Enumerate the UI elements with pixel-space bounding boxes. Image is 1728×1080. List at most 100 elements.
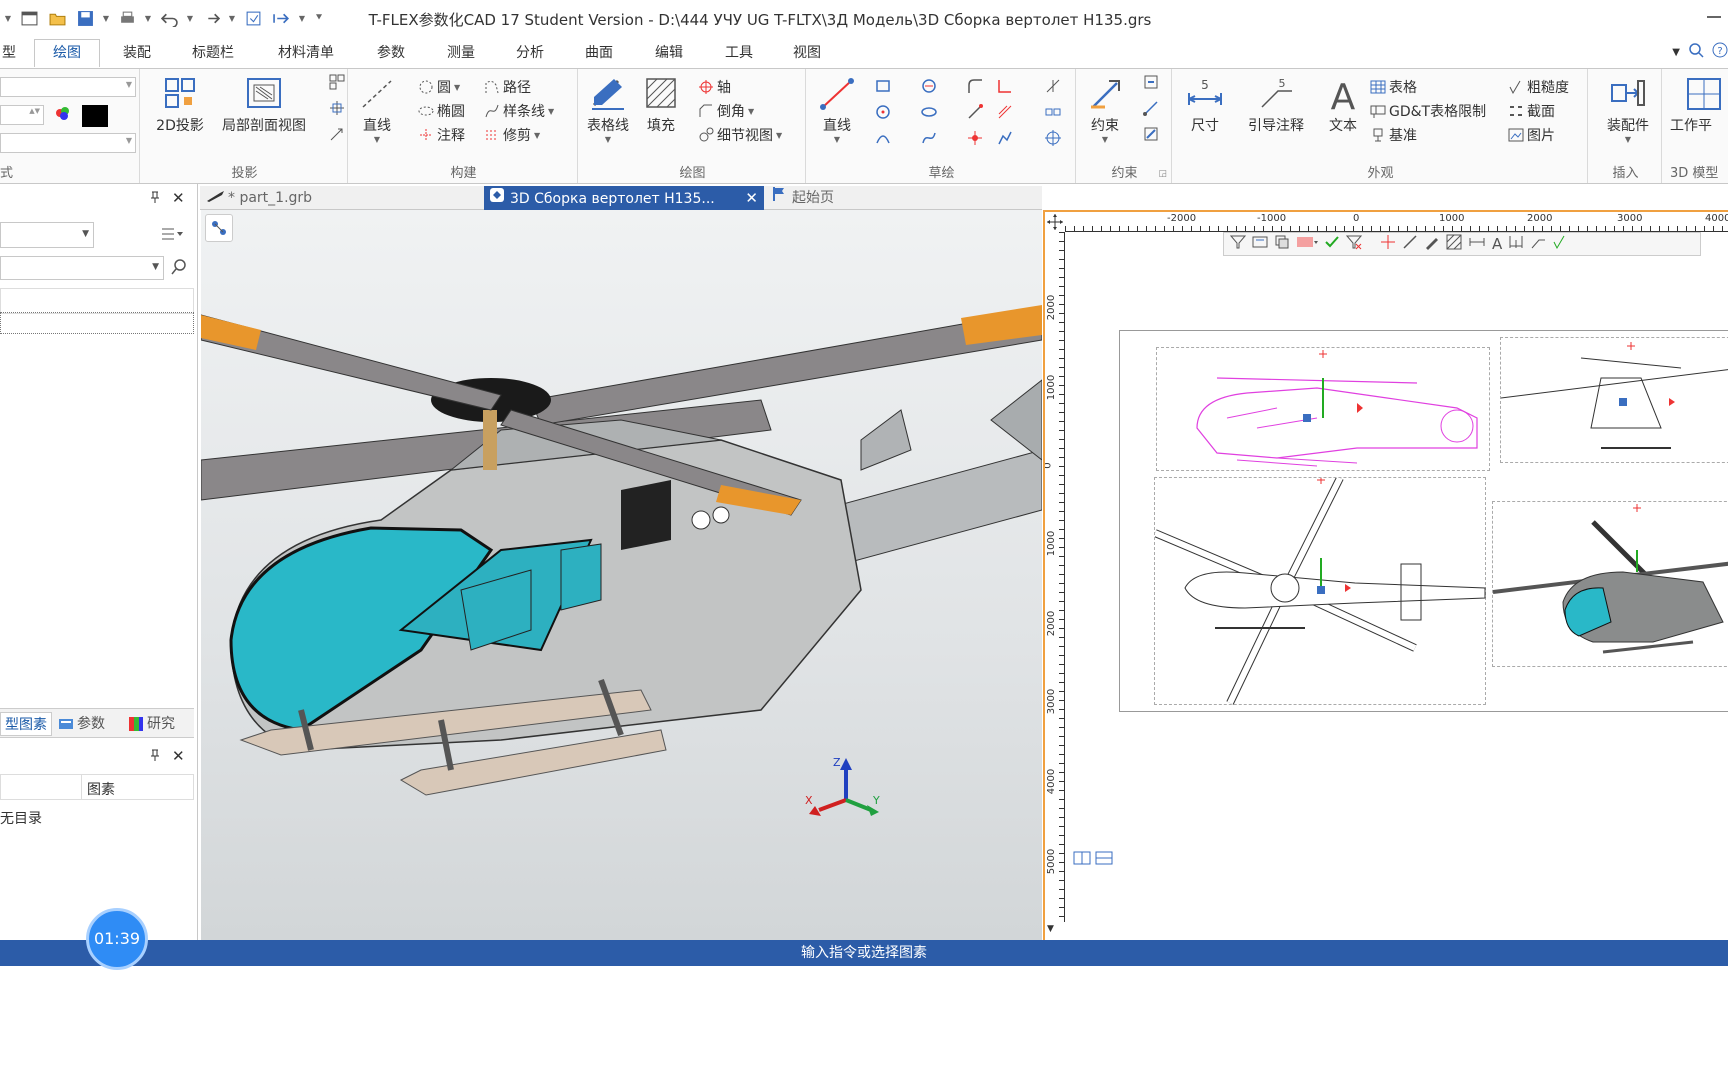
doc-tab-start-page[interactable]: 起始页: [772, 186, 932, 210]
text-button[interactable]: A 文本: [1320, 75, 1366, 135]
snap-node-icon[interactable]: [1380, 234, 1396, 254]
sketch-point-icon[interactable]: [966, 129, 986, 149]
view-link-icon[interactable]: [328, 99, 348, 119]
section-mark-button[interactable]: 截面: [1508, 101, 1555, 121]
search-combobox[interactable]: ▼: [0, 256, 164, 280]
extend-icon[interactable]: [966, 103, 986, 123]
ribbon-collapse-icon[interactable]: ▼: [1672, 47, 1680, 58]
drawing-sheet[interactable]: [1119, 330, 1728, 712]
close-doc-tab-icon[interactable]: ✕: [745, 186, 758, 210]
pin-panel-icon[interactable]: [148, 190, 162, 208]
roughness-button[interactable]: 粗糙度: [1508, 77, 1569, 97]
close-panel-icon[interactable]: ✕: [172, 189, 185, 207]
fillet-icon[interactable]: [966, 77, 986, 97]
list-view-icon[interactable]: [160, 226, 184, 246]
line-width-spinner[interactable]: ▲▼: [0, 105, 44, 125]
ellipse-sketch-icon[interactable]: [920, 103, 940, 123]
construct-annotation-button[interactable]: 注释: [418, 125, 465, 145]
tab-title-block[interactable]: 标题栏: [180, 40, 246, 68]
array-icon[interactable]: [1044, 103, 1064, 123]
view-side-magenta[interactable]: [1156, 347, 1490, 471]
highlight-color-icon[interactable]: [1296, 234, 1318, 254]
layer-combobox[interactable]: ▼: [0, 77, 136, 97]
datum-button[interactable]: 基准: [1370, 125, 1417, 145]
tab-parameters[interactable]: 参数: [366, 40, 416, 68]
sketch-pen-icon[interactable]: [1424, 234, 1440, 254]
snap-line-icon[interactable]: [1402, 234, 1418, 254]
tab-measure[interactable]: 测量: [436, 40, 486, 68]
spline-sketch-icon[interactable]: [920, 129, 940, 149]
construct-trim-button[interactable]: 修剪 ▼: [484, 125, 540, 145]
text-small-icon[interactable]: A: [1492, 235, 1502, 253]
tab-tools[interactable]: 工具: [714, 40, 764, 68]
tab-model-elements[interactable]: 型图素: [0, 712, 52, 736]
constraint-button[interactable]: 约束 ▼: [1082, 75, 1128, 144]
check-select-icon[interactable]: [1324, 234, 1340, 254]
assembly-insert-button[interactable]: 装配件 ▼: [1600, 75, 1656, 144]
tab-panel-parameters[interactable]: 参数: [58, 712, 105, 736]
offset-icon[interactable]: [996, 103, 1016, 123]
table-line-button[interactable]: 表格线 ▼: [580, 75, 636, 144]
color-palette-icon[interactable]: [54, 105, 74, 125]
detail-view-button[interactable]: 细节视图 ▼: [698, 125, 782, 145]
table-button[interactable]: 表格: [1370, 77, 1417, 97]
tab-drawing[interactable]: 绘图: [34, 39, 100, 67]
color-swatch[interactable]: [82, 105, 108, 127]
dimension-chain-icon[interactable]: [1508, 234, 1524, 254]
image-button[interactable]: 图片: [1508, 125, 1555, 145]
view-isometric-right[interactable]: [1492, 501, 1728, 667]
close-panel-2-icon[interactable]: ✕: [172, 747, 185, 765]
drawing-2d-area[interactable]: -2000 -1000 0 1000 2000 3000 4000 2000 1…: [1043, 210, 1728, 940]
tab-bom[interactable]: 材料清单: [264, 40, 348, 68]
filter-icon[interactable]: [1229, 234, 1247, 254]
filter-settings-icon[interactable]: [1252, 234, 1268, 254]
polyline-icon[interactable]: [996, 129, 1016, 149]
dimension-button[interactable]: 5 尺寸: [1182, 75, 1228, 135]
layers-icon[interactable]: [1274, 234, 1290, 254]
polygon-icon[interactable]: [920, 77, 940, 97]
trim-sketch-icon[interactable]: [996, 77, 1016, 97]
arc-icon[interactable]: [874, 129, 894, 149]
minimize-icon[interactable]: [1705, 8, 1723, 26]
view-front-right[interactable]: [1500, 337, 1728, 463]
construct-circle-button[interactable]: 圆 ▼: [418, 77, 460, 97]
clear-filter-icon[interactable]: [1345, 234, 1363, 254]
xyz-view-icon[interactable]: [328, 125, 348, 145]
tab-surface[interactable]: 曲面: [574, 40, 624, 68]
projection-2d-button[interactable]: 2D投影: [154, 75, 206, 135]
split-page-icon[interactable]: [1095, 850, 1113, 870]
dimension-small-icon[interactable]: [1468, 234, 1486, 254]
filter-combobox[interactable]: ▼: [0, 222, 94, 248]
gdt-button[interactable]: GD&T表格限制: [1370, 101, 1486, 121]
axis-button[interactable]: 轴: [698, 77, 731, 97]
construct-line-button[interactable]: 直线 ▼: [354, 75, 400, 144]
constraint-edit-icon[interactable]: [1142, 125, 1162, 145]
search-icon[interactable]: [170, 258, 188, 280]
search-commands-icon[interactable]: [1688, 42, 1704, 62]
ruler-origin-move-icon[interactable]: [1045, 212, 1065, 232]
mirror-icon[interactable]: [1044, 77, 1064, 97]
pin-panel-2-icon[interactable]: [148, 748, 162, 766]
tab-analysis[interactable]: 分析: [505, 40, 555, 68]
leader-note-button[interactable]: 5 引导注释: [1240, 75, 1312, 135]
doc-tab-part1[interactable]: * part_1.grb: [206, 186, 474, 210]
constraint-dialog-launcher-icon[interactable]: ◲: [1158, 169, 1167, 179]
tab-view[interactable]: 视图: [782, 40, 832, 68]
fill-button[interactable]: 填充: [638, 75, 684, 135]
viewport-3d[interactable]: Z X Y: [201, 210, 1042, 940]
tab-model[interactable]: 型: [0, 40, 18, 68]
construct-spline-button[interactable]: 样条线 ▼: [484, 101, 554, 121]
tab-study[interactable]: 研究: [128, 712, 175, 736]
view-top-rotor[interactable]: [1153, 476, 1486, 705]
crosshair-icon[interactable]: [1044, 129, 1064, 149]
timer-badge[interactable]: 01:39: [86, 908, 148, 970]
help-icon[interactable]: ?: [1712, 42, 1728, 62]
sketch-line-button[interactable]: 直线 ▼: [814, 75, 860, 144]
tab-assembly[interactable]: 装配: [112, 40, 162, 68]
chamfer-button[interactable]: 倒角 ▼: [698, 101, 754, 121]
workplane-button[interactable]: 工作平: [1670, 75, 1728, 135]
view-alignment-icon[interactable]: [328, 73, 348, 93]
rectangle-icon[interactable]: [874, 77, 894, 97]
leader-small-icon[interactable]: [1530, 234, 1546, 254]
roughness-small-icon[interactable]: [1552, 234, 1568, 254]
